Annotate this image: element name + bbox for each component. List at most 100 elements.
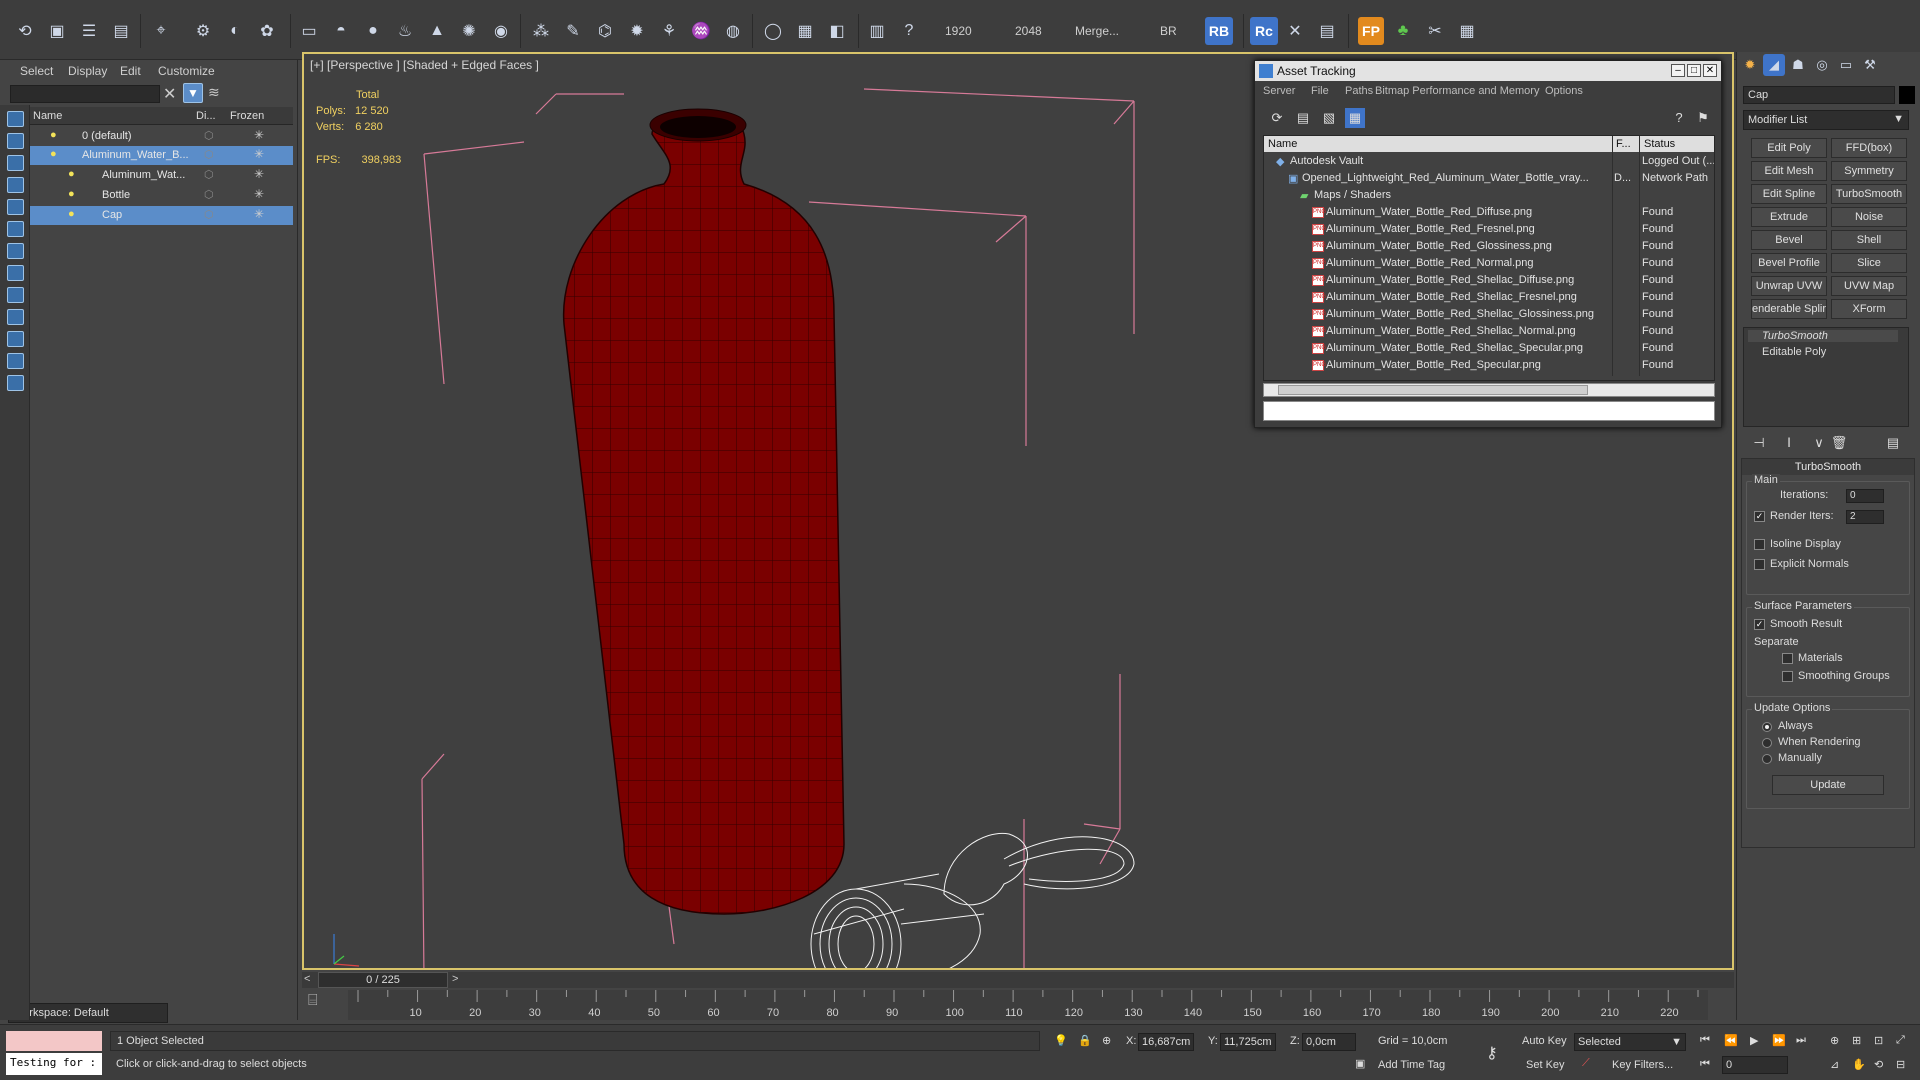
hair-icon[interactable]: ♒ <box>688 18 714 44</box>
modifier-button[interactable]: Edit Spline <box>1751 184 1827 204</box>
modifier-button[interactable]: Symmetry <box>1831 161 1907 181</box>
cap-model[interactable] <box>810 832 1135 970</box>
light-bulb-icon[interactable]: ● <box>68 168 75 180</box>
asset-tracking-titlebar[interactable]: Asset Tracking – □ ✕ <box>1255 61 1721 81</box>
frozen-filter-icon[interactable] <box>7 353 24 369</box>
texture-icon[interactable]: ✎ <box>560 18 586 44</box>
cone-icon[interactable]: ▲ <box>424 18 450 44</box>
col-frozen[interactable]: Frozen <box>230 110 264 122</box>
curve-editor-icon[interactable]: ⌸ <box>308 992 318 1010</box>
display-icon[interactable]: ⬡ <box>204 168 214 181</box>
groups-icon[interactable] <box>7 265 24 281</box>
light-bulb-icon[interactable]: ● <box>68 188 75 200</box>
next-key-icon[interactable]: ⏩ <box>1772 1034 1786 1047</box>
make-unique-icon[interactable]: ∨ <box>1809 433 1829 453</box>
light-bulb-icon[interactable]: ● <box>50 148 57 160</box>
modify-tab-icon[interactable]: ◢ <box>1763 54 1785 76</box>
rb-button[interactable]: RB <box>1205 17 1233 45</box>
list-icon[interactable]: ☰ <box>76 18 102 44</box>
light-bulb-icon[interactable]: ● <box>50 129 57 141</box>
close-button[interactable]: ✕ <box>1703 64 1717 77</box>
col-name[interactable]: Name <box>33 110 62 122</box>
sphere-icon[interactable]: ● <box>360 18 386 44</box>
modifier-button[interactable]: Extrude <box>1751 207 1827 227</box>
display-all-icon[interactable] <box>7 111 24 127</box>
materials-checkbox[interactable] <box>1782 653 1793 664</box>
scissors-icon[interactable]: ✂ <box>1422 18 1448 44</box>
modifier-button[interactable]: Shell <box>1831 230 1907 250</box>
sun-icon[interactable]: ✺ <box>456 18 482 44</box>
utilities-tab-icon[interactable]: ⚒ <box>1859 54 1881 76</box>
zoom-extents-icon[interactable]: ⊡ <box>1874 1034 1883 1047</box>
asset-row[interactable]: PNG Aluminum_Water_Bottle_Red_Normal.png F… <box>1264 255 1714 272</box>
key-icon[interactable]: ⚷ <box>1486 1043 1498 1063</box>
select-icon[interactable]: ⌖ <box>148 18 174 44</box>
configure-sets-icon[interactable]: ▤ <box>1883 433 1903 453</box>
rollout-title[interactable]: TurboSmooth <box>1742 459 1914 475</box>
maximize-viewport-icon[interactable]: ⤢ <box>1896 1034 1905 1047</box>
track-bar[interactable]: 10 20 30 40 50 60 70 80 90 100 110 120 130 140 150 160 1… <box>348 990 1708 1020</box>
teapot-icon[interactable]: ♨ <box>392 18 418 44</box>
material-icon[interactable]: ✹ <box>624 18 650 44</box>
motion-tab-icon[interactable]: ◎ <box>1811 54 1833 76</box>
layer-filter-icon[interactable]: ≋ <box>208 84 220 101</box>
object-row-cap[interactable]: ● Cap ⬡ ✳ <box>30 206 293 225</box>
isoline-checkbox[interactable] <box>1754 539 1765 550</box>
hidden-filter-icon[interactable] <box>7 375 24 391</box>
table-icon[interactable]: ▤ <box>1314 18 1340 44</box>
hierarchy-tab-icon[interactable]: ☗ <box>1787 54 1809 76</box>
menu-options[interactable]: Options <box>1545 85 1583 97</box>
frozen-icon[interactable]: ✳ <box>254 187 264 201</box>
window-icon[interactable]: ▤ <box>108 18 134 44</box>
scene-search-input[interactable] <box>10 85 160 103</box>
asset-row[interactable]: ▰ Maps / Shaders <box>1264 187 1714 204</box>
absolute-mode-icon[interactable]: ⊕ <box>1102 1034 1111 1047</box>
set-key-button[interactable]: Set Key <box>1526 1059 1565 1071</box>
asset-row[interactable]: PNG Aluminum_Water_Bottle_Red_Shellac_Glo… <box>1264 306 1714 323</box>
prev-frame-icon[interactable]: < <box>304 973 310 985</box>
menu-paths[interactable]: Paths <box>1345 85 1373 97</box>
orbit-icon[interactable]: ⟲ <box>1874 1058 1883 1071</box>
stack-editable-poly[interactable]: Editable Poly <box>1748 346 1826 358</box>
modifier-button[interactable]: UVW Map <box>1831 276 1907 296</box>
box-icon[interactable]: ▭ <box>296 18 322 44</box>
menu-select[interactable]: Select <box>20 64 53 78</box>
horizontal-scrollbar[interactable] <box>1263 383 1715 397</box>
dome-icon[interactable]: ◓ <box>328 18 354 44</box>
col-name[interactable]: Name <box>1268 138 1297 150</box>
asset-path-field[interactable] <box>1263 401 1715 421</box>
refresh-icon[interactable]: ⟳ <box>1267 108 1287 128</box>
bind-icon[interactable]: ◐ <box>222 18 248 44</box>
weld-icon[interactable]: ⌬ <box>592 18 618 44</box>
br-button[interactable]: BR <box>1160 24 1177 38</box>
sheet-icon[interactable]: ▦ <box>1454 18 1480 44</box>
asset-row[interactable]: PNG Aluminum_Water_Bottle_Red_Shellac_Dif… <box>1264 272 1714 289</box>
render-iters-checkbox[interactable]: ✓ <box>1754 511 1765 522</box>
bottle-model[interactable] <box>562 108 845 915</box>
asset-row[interactable]: PNG Aluminum_Water_Bottle_Red_Glossiness.… <box>1264 238 1714 255</box>
frozen-icon[interactable]: ✳ <box>254 167 264 181</box>
display-icon[interactable]: ⬡ <box>204 129 214 142</box>
frozen-icon[interactable]: ✳ <box>254 128 264 142</box>
auto-key-button[interactable]: Auto Key <box>1522 1035 1567 1047</box>
merge-button[interactable]: Merge... <box>1075 24 1119 38</box>
smooth-result-checkbox[interactable]: ✓ <box>1754 619 1765 630</box>
modifier-button[interactable]: enderable Splir <box>1751 299 1827 319</box>
zoom-icon[interactable]: ⊕ <box>1830 1034 1839 1047</box>
key-mode-dropdown[interactable]: Selected ▼ <box>1574 1033 1686 1051</box>
light-icon[interactable]: ◉ <box>488 18 514 44</box>
workspace-dropdown[interactable]: Workspace: Default <box>8 1003 168 1023</box>
asset-row[interactable]: PNG Aluminum_Water_Bottle_Red_Fresnel.png… <box>1264 221 1714 238</box>
zoom-all-icon[interactable]: ⊞ <box>1852 1034 1861 1047</box>
light-bulb-icon[interactable]: ● <box>68 208 75 220</box>
fp-button[interactable]: FP <box>1358 17 1384 45</box>
asset-row[interactable]: PNG Aluminum_Water_Bottle_Red_Shellac_Nor… <box>1264 323 1714 340</box>
smoothing-groups-checkbox[interactable] <box>1782 671 1793 682</box>
render-iters-spinner[interactable]: 2 <box>1846 510 1884 524</box>
key-filter-icon[interactable]: ⟋ <box>1582 1057 1590 1070</box>
modifier-button[interactable]: Bevel <box>1751 230 1827 250</box>
remove-modifier-icon[interactable]: 🗑 <box>1829 433 1849 453</box>
asset-row[interactable]: PNG Aluminum_Water_Bottle_Red_Shellac_Fre… <box>1264 289 1714 306</box>
table-view-icon[interactable]: ▦ <box>1345 108 1365 128</box>
geometry-icon[interactable] <box>7 133 24 149</box>
